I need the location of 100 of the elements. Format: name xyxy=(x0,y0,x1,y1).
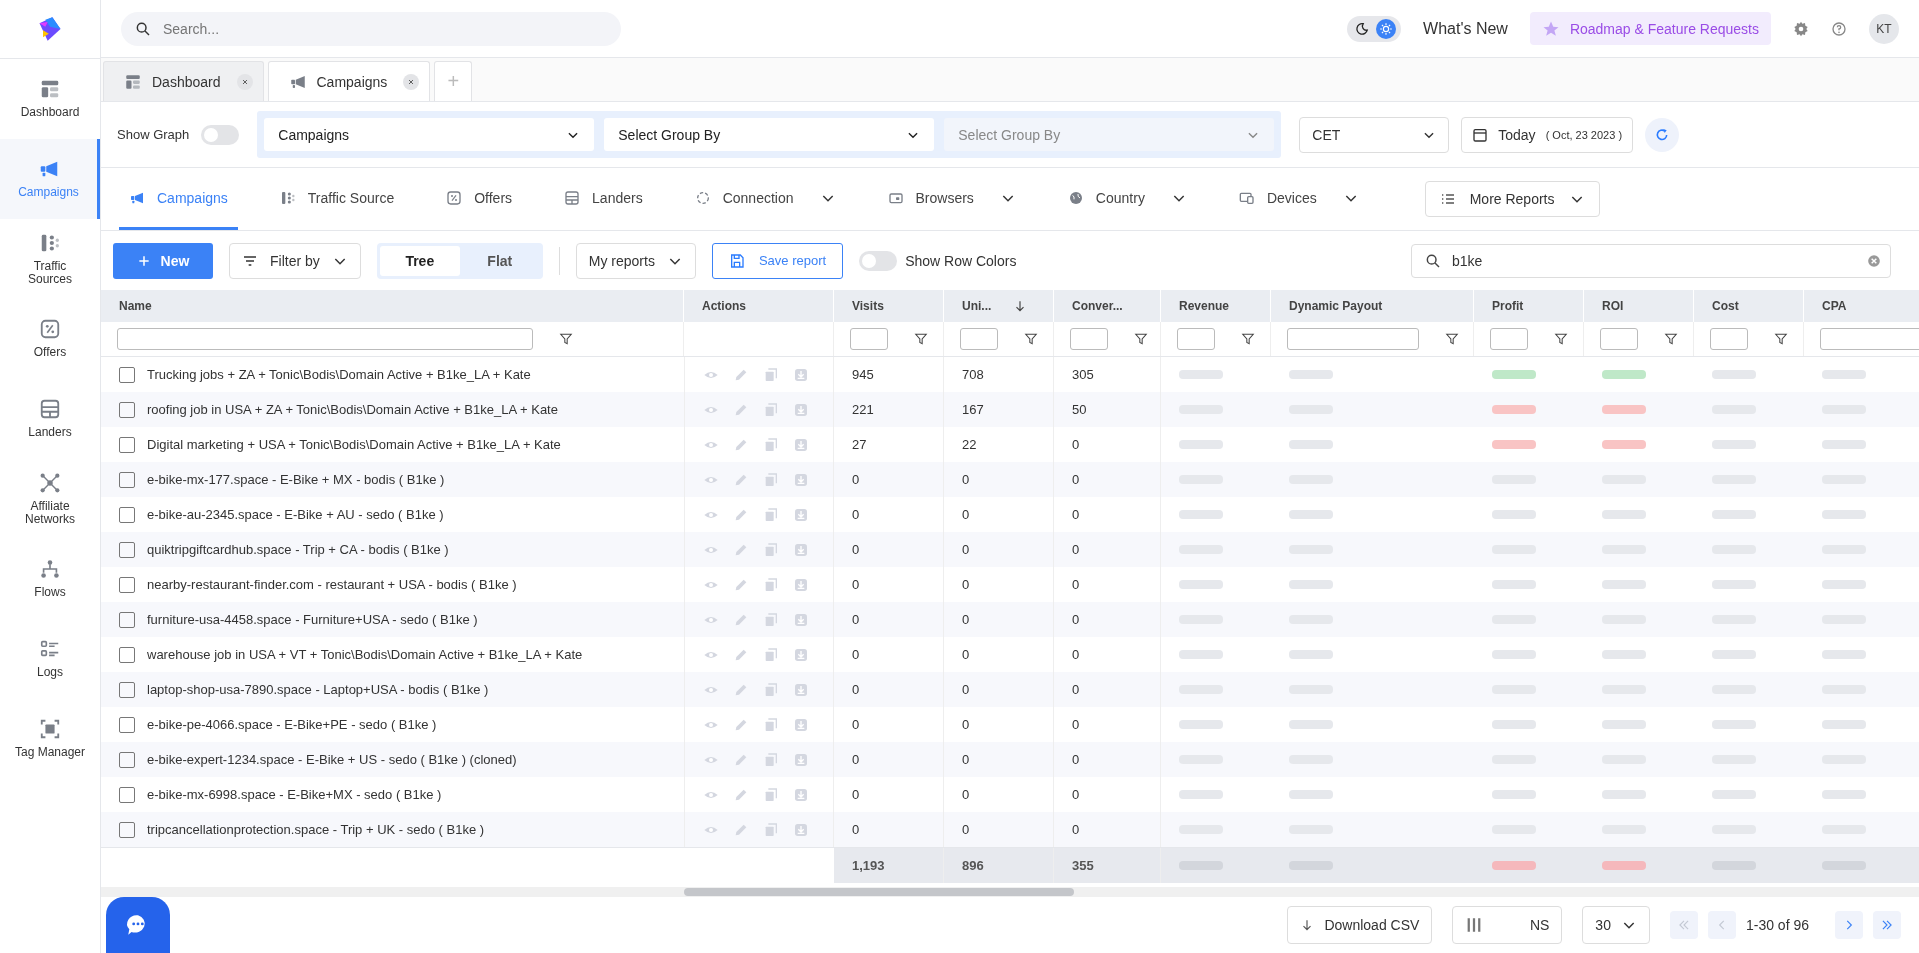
last-page-button[interactable] xyxy=(1873,911,1901,939)
settings-icon[interactable] xyxy=(1793,20,1809,37)
row-checkbox[interactable] xyxy=(119,716,135,733)
copy-icon[interactable] xyxy=(763,401,779,418)
download-tray-icon[interactable] xyxy=(793,576,809,593)
table-search-field[interactable]: b1ke xyxy=(1411,243,1891,278)
scrollbar-thumb[interactable] xyxy=(684,888,1074,896)
column-header[interactable]: Name xyxy=(119,299,152,313)
column-filter-input[interactable] xyxy=(1070,328,1108,350)
report-tab[interactable]: Connection xyxy=(684,168,846,230)
page-tab[interactable]: Campaigns xyxy=(267,61,431,101)
sidebar-item[interactable]: Logs xyxy=(0,619,100,699)
sidebar-item[interactable]: Landers xyxy=(0,379,100,459)
copy-icon[interactable] xyxy=(763,611,779,628)
copy-icon[interactable] xyxy=(763,576,779,593)
column-header[interactable]: Actions xyxy=(702,299,746,313)
column-filter-input[interactable] xyxy=(1820,328,1919,350)
search-field[interactable]: Search... xyxy=(121,11,621,46)
report-tab[interactable]: Offers xyxy=(436,168,523,230)
download-tray-icon[interactable] xyxy=(793,366,809,383)
copy-icon[interactable] xyxy=(763,646,779,663)
copy-icon[interactable] xyxy=(763,681,779,698)
sidebar-item[interactable]: Tag Manager xyxy=(0,699,100,779)
column-filter-input[interactable] xyxy=(1287,328,1419,350)
copy-icon[interactable] xyxy=(763,366,779,383)
page-tab[interactable]: Dashboard xyxy=(103,61,264,101)
roadmap-button[interactable]: Roadmap & Feature Requests xyxy=(1529,12,1771,45)
download-tray-icon[interactable] xyxy=(793,471,809,488)
sidebar-item[interactable]: Affiliate Networks xyxy=(0,459,100,539)
date-range-button[interactable]: Today ( Oct, 23 2023 ) xyxy=(1461,116,1634,153)
row-checkbox[interactable] xyxy=(119,436,135,453)
filter-icon[interactable] xyxy=(1024,332,1038,346)
download-tray-icon[interactable] xyxy=(793,506,809,523)
download-csv-button[interactable]: Download CSV xyxy=(1287,906,1433,944)
filter-icon[interactable] xyxy=(1241,332,1255,346)
group-by-select[interactable]: Campaigns xyxy=(264,118,595,151)
campaign-name[interactable]: roofing job in USA + ZA + Tonic\Bodis\Domain Active + B1ke_LA + Kate xyxy=(147,402,558,417)
filter-by-button[interactable]: Filter by xyxy=(229,242,361,279)
column-filter-input[interactable] xyxy=(117,328,533,350)
copy-icon[interactable] xyxy=(763,716,779,733)
timezone-select[interactable]: CET xyxy=(1299,116,1450,153)
campaign-name[interactable]: e-bike-pe-4066.space - E-Bike+PE - sedo ( B1ke ) xyxy=(147,717,437,732)
filter-icon[interactable] xyxy=(1554,332,1568,346)
column-filter-input[interactable] xyxy=(960,328,998,350)
column-header[interactable]: Conver... xyxy=(1072,299,1123,313)
filter-icon[interactable] xyxy=(1445,332,1459,346)
download-tray-icon[interactable] xyxy=(793,541,809,558)
download-tray-icon[interactable] xyxy=(793,786,809,803)
column-filter-input[interactable] xyxy=(1710,328,1748,350)
download-tray-icon[interactable] xyxy=(793,611,809,628)
column-header[interactable]: Cost xyxy=(1712,299,1739,313)
campaign-name[interactable]: laptop-shop-usa-7890.space - Laptop+USA - bodis ( B1ke ) xyxy=(147,682,489,697)
save-report-button[interactable]: Save report xyxy=(711,242,844,279)
row-checkbox[interactable] xyxy=(119,611,135,628)
close-icon[interactable] xyxy=(236,73,253,90)
download-tray-icon[interactable] xyxy=(793,401,809,418)
download-tray-icon[interactable] xyxy=(793,436,809,453)
my-reports-select[interactable]: My reports xyxy=(575,242,696,279)
page-size-select[interactable]: 30 xyxy=(1582,906,1650,944)
report-tab[interactable]: Campaigns xyxy=(119,168,238,230)
whats-new-link[interactable]: What's New xyxy=(1423,19,1508,38)
row-checkbox[interactable] xyxy=(119,471,135,488)
refresh-button[interactable] xyxy=(1645,117,1680,152)
column-filter-input[interactable] xyxy=(850,328,888,350)
campaign-name[interactable]: e-bike-mx-6998.space - E-Bike+MX - sedo ( B1ke ) xyxy=(147,787,442,802)
campaign-name[interactable]: e-bike-au-2345.space - E-Bike + AU - sedo ( B1ke ) xyxy=(147,507,444,522)
report-tab[interactable]: Browsers xyxy=(877,168,1026,230)
campaign-name[interactable]: e-bike-mx-177.space - E-Bike + MX - bodis ( B1ke ) xyxy=(147,472,445,487)
filter-icon[interactable] xyxy=(914,332,928,346)
campaign-name[interactable]: quiktripgiftcardhub.space - Trip + CA - bodis ( B1ke ) xyxy=(147,542,449,557)
filter-icon[interactable] xyxy=(1134,332,1148,346)
copy-icon[interactable] xyxy=(763,506,779,523)
filter-icon[interactable] xyxy=(1664,332,1678,346)
row-checkbox[interactable] xyxy=(119,646,135,663)
group-by-select[interactable]: Select Group By xyxy=(604,118,935,151)
column-filter-input[interactable] xyxy=(1600,328,1638,350)
row-checkbox[interactable] xyxy=(119,506,135,523)
campaign-name[interactable]: Digital marketing + USA + Tonic\Bodis\Domain Active + B1ke_LA + Kate xyxy=(147,437,561,452)
sidebar-item[interactable]: Flows xyxy=(0,539,100,619)
row-checkbox[interactable] xyxy=(119,401,135,418)
column-header[interactable]: Visits xyxy=(852,299,884,313)
view-mode-option[interactable]: Tree xyxy=(379,245,460,276)
download-tray-icon[interactable] xyxy=(793,751,809,768)
campaign-name[interactable]: Trucking jobs + ZA + Tonic\Bodis\Domain Active + B1ke_LA + Kate xyxy=(147,367,531,382)
row-colors-switch[interactable] xyxy=(859,250,898,271)
campaign-name[interactable]: e-bike-expert-1234.space - E-Bike + US - sedo ( B1ke ) (cloned) xyxy=(147,752,517,767)
download-tray-icon[interactable] xyxy=(793,716,809,733)
campaign-name[interactable]: nearby-restaurant-finder.com - restaurant + USA - bodis ( B1ke ) xyxy=(147,577,517,592)
copy-icon[interactable] xyxy=(763,786,779,803)
chat-button[interactable] xyxy=(106,897,170,953)
copy-icon[interactable] xyxy=(763,471,779,488)
close-icon[interactable] xyxy=(403,73,420,90)
more-reports-button[interactable]: More Reports xyxy=(1424,181,1600,217)
help-icon[interactable] xyxy=(1831,20,1847,37)
copy-icon[interactable] xyxy=(763,821,779,838)
download-tray-icon[interactable] xyxy=(793,821,809,838)
campaign-name[interactable]: warehouse job in USA + VT + Tonic\Bodis\Domain Active + B1ke_LA + Kate xyxy=(147,647,583,662)
campaign-name[interactable]: furniture-usa-4458.space - Furniture+USA - sedo ( B1ke ) xyxy=(147,612,478,627)
view-mode-option[interactable]: Flat xyxy=(459,245,540,276)
filter-icon[interactable] xyxy=(1774,332,1788,346)
